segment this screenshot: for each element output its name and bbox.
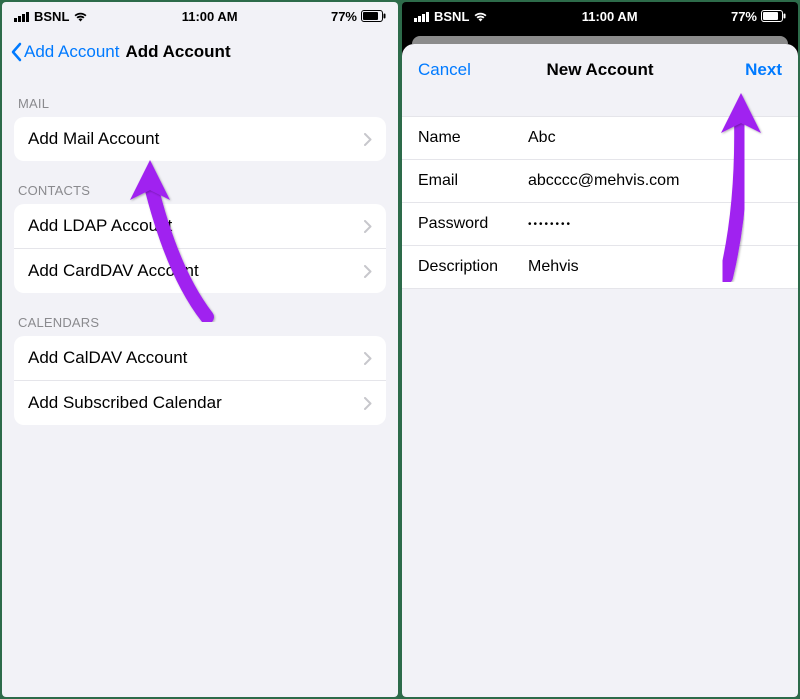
section-header-mail: MAIL [2,74,398,117]
modal-sheet: Cancel New Account Next Name Abc Email a… [402,44,798,697]
back-label: Add Account [24,42,119,62]
nav-bar: Add Account Add Account [2,30,398,74]
row-add-carddav-account[interactable]: Add CardDAV Account [14,248,386,293]
next-button[interactable]: Next [745,60,782,80]
row-label: Add CardDAV Account [28,261,199,281]
group-mail: Add Mail Account [14,117,386,161]
row-label: Add CalDAV Account [28,348,187,368]
description-field[interactable]: Mehvis [528,258,782,276]
screenshot-right: BSNL 11:00 AM 77% Cancel New Account Nex… [402,2,798,697]
row-add-subscribed-calendar[interactable]: Add Subscribed Calendar [14,380,386,425]
form-row-password[interactable]: Password •••••••• [402,202,798,245]
cancel-button[interactable]: Cancel [418,60,471,80]
row-add-mail-account[interactable]: Add Mail Account [14,117,386,161]
signal-icon [14,11,30,22]
chevron-right-icon [364,220,372,233]
battery-percent: 77% [731,9,757,24]
chevron-right-icon [364,397,372,410]
name-label: Name [418,129,528,147]
chevron-left-icon [10,42,22,62]
wifi-icon [73,11,88,22]
group-calendars: Add CalDAV Account Add Subscribed Calend… [14,336,386,425]
wifi-icon [473,11,488,22]
password-label: Password [418,215,528,233]
group-contacts: Add LDAP Account Add CardDAV Account [14,204,386,293]
status-bar: BSNL 11:00 AM 77% [2,2,398,30]
battery-icon [761,10,786,22]
chevron-right-icon [364,265,372,278]
row-label: Add Mail Account [28,129,159,149]
time-label: 11:00 AM [582,9,638,24]
carrier-label: BSNL [434,9,469,24]
form-group: Name Abc Email abcccc@mehvis.com Passwor… [402,116,798,289]
form-row-name[interactable]: Name Abc [402,117,798,159]
sheet-background-peek [412,36,788,44]
status-bar: BSNL 11:00 AM 77% [402,2,798,30]
chevron-right-icon [364,352,372,365]
row-add-ldap-account[interactable]: Add LDAP Account [14,204,386,248]
row-label: Add LDAP Account [28,216,172,236]
back-button[interactable]: Add Account [10,42,119,62]
page-title: Add Account [125,42,230,62]
section-header-contacts: CONTACTS [2,161,398,204]
sheet-nav: Cancel New Account Next [402,44,798,96]
form-row-email[interactable]: Email abcccc@mehvis.com [402,159,798,202]
carrier-label: BSNL [34,9,69,24]
signal-icon [414,11,430,22]
email-field[interactable]: abcccc@mehvis.com [528,172,782,190]
time-label: 11:00 AM [182,9,238,24]
screenshot-left: BSNL 11:00 AM 77% Add Account Add Accoun… [2,2,398,697]
battery-icon [361,10,386,22]
password-field[interactable]: •••••••• [528,219,782,230]
row-label: Add Subscribed Calendar [28,393,222,413]
form-row-description[interactable]: Description Mehvis [402,245,798,288]
section-header-calendars: CALENDARS [2,293,398,336]
email-label: Email [418,172,528,190]
chevron-right-icon [364,133,372,146]
battery-percent: 77% [331,9,357,24]
row-add-caldav-account[interactable]: Add CalDAV Account [14,336,386,380]
description-label: Description [418,258,528,276]
name-field[interactable]: Abc [528,129,782,147]
